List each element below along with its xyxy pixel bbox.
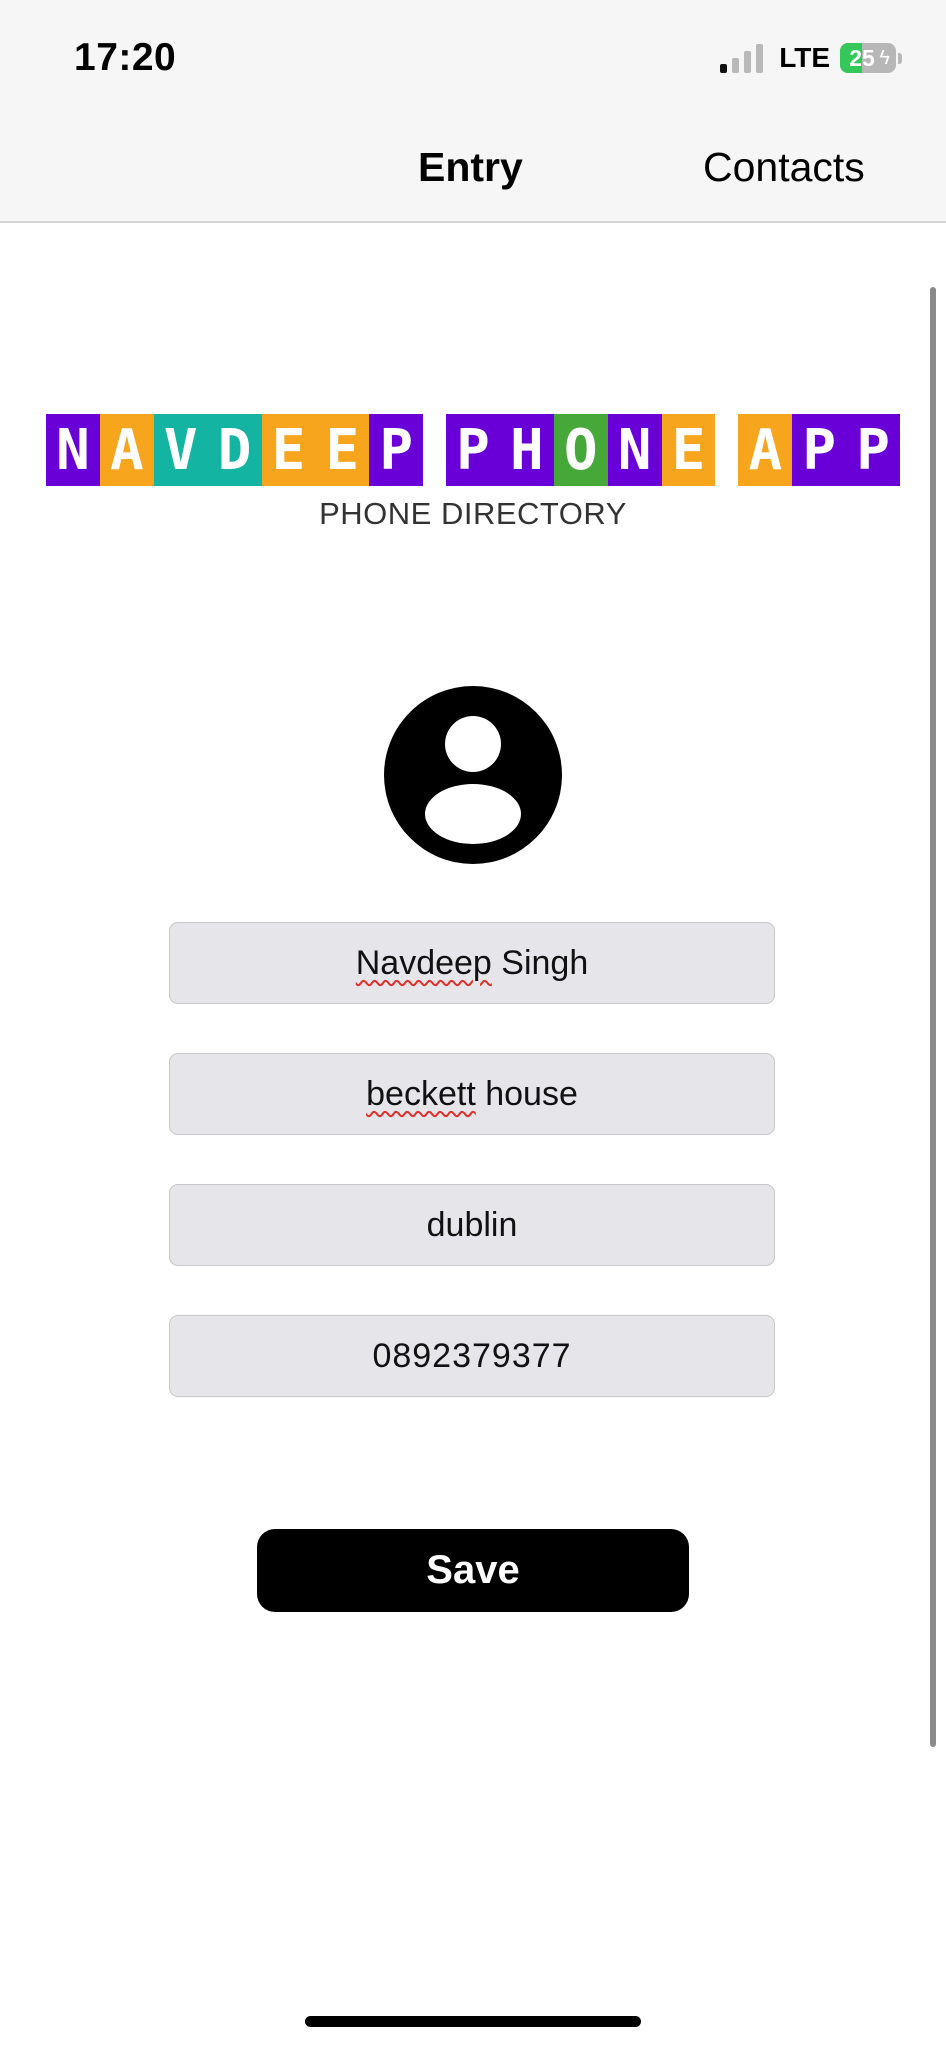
top-bar: 17:20 LTE 25 ϟ Entry Contacts	[0, 0, 946, 223]
logo-letter: P	[792, 414, 847, 486]
charging-bolt-icon: ϟ	[879, 47, 890, 69]
app-logo: N A V D E E P P H O N E A P P	[46, 414, 901, 486]
status-time: 17:20	[74, 36, 177, 79]
logo-letter: N	[46, 414, 100, 486]
city-field[interactable]: dublin	[169, 1184, 775, 1266]
logo-letter: E	[661, 414, 716, 486]
home-indicator[interactable]	[305, 2016, 641, 2027]
phone-value: 0892379377	[372, 1336, 572, 1375]
name-first-word: Navdeep	[355, 943, 492, 982]
logo-letter: P	[369, 414, 424, 486]
signal-strength-icon	[720, 43, 764, 73]
tab-entry[interactable]: Entry	[418, 144, 523, 191]
tab-contacts[interactable]: Contacts	[703, 144, 865, 191]
logo-letter: A	[99, 414, 154, 486]
person-circle-icon	[384, 686, 562, 864]
logo-letter: E	[261, 414, 316, 486]
city-value: dublin	[426, 1205, 518, 1244]
save-button[interactable]: Save	[257, 1529, 689, 1612]
battery-icon: 25 ϟ	[840, 43, 896, 73]
phone-screen: 17:20 LTE 25 ϟ Entry Contacts N A V D E	[0, 0, 946, 2048]
logo-letter: P	[446, 414, 500, 486]
logo-letter: N	[607, 414, 662, 486]
logo-letter: A	[738, 414, 793, 486]
address-rest: house	[475, 1074, 578, 1113]
address-field[interactable]: beckett house	[169, 1053, 775, 1135]
address-first-word: beckett	[366, 1074, 476, 1113]
status-indicators: LTE 25 ϟ	[720, 42, 902, 74]
network-type: LTE	[779, 42, 830, 73]
logo-letter: E	[315, 414, 370, 486]
phone-field[interactable]: 0892379377	[169, 1315, 775, 1397]
logo-subtitle: PHONE DIRECTORY	[319, 496, 627, 531]
logo-letter: V	[153, 414, 208, 486]
logo-letter: O	[553, 414, 608, 486]
name-rest: Singh	[491, 943, 589, 982]
logo-letter: D	[207, 414, 262, 486]
name-field[interactable]: Navdeep Singh	[169, 922, 775, 1004]
logo-letter: H	[499, 414, 554, 486]
logo-letter: P	[846, 414, 901, 486]
